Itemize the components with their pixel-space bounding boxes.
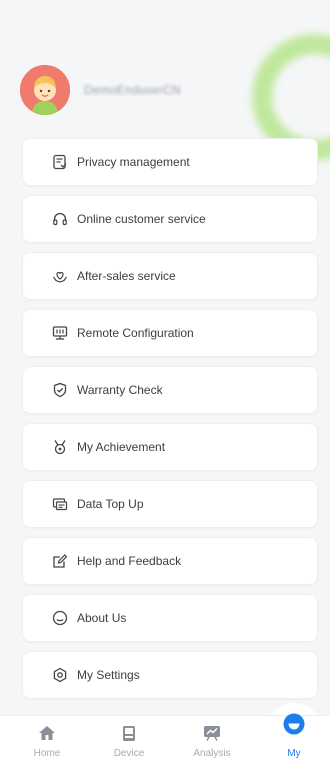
home-icon [38, 725, 56, 746]
data-card-icon [51, 495, 69, 513]
avatar[interactable] [20, 65, 70, 115]
menu-item-label: Warranty Check [77, 383, 163, 397]
menu-item-privacy-management[interactable]: Privacy management [22, 138, 318, 186]
tab-label: My [287, 748, 301, 758]
my-icon [283, 713, 305, 740]
menu-item-data-top-up[interactable]: Data Top Up [22, 480, 318, 528]
tab-label: Analysis [193, 748, 231, 758]
headset-icon [51, 210, 69, 228]
menu-item-label: Remote Configuration [77, 326, 194, 340]
username[interactable]: DemoEnduserCN [84, 83, 181, 97]
tab-device[interactable]: Device [99, 716, 159, 758]
menu-item-help-and-feedback[interactable]: Help and Feedback [22, 537, 318, 585]
edit-feedback-icon [51, 552, 69, 570]
menu-item-after-sales-service[interactable]: After-sales service [22, 252, 318, 300]
tab-analysis[interactable]: Analysis [182, 716, 242, 758]
tab-home[interactable]: Home [17, 716, 77, 758]
menu-item-label: Help and Feedback [77, 554, 182, 568]
menu-item-warranty-check[interactable]: Warranty Check [22, 366, 318, 414]
menu-item-label: Online customer service [77, 212, 206, 226]
tab-label: Home [33, 748, 61, 758]
menu-item-my-settings[interactable]: My Settings [22, 651, 318, 699]
menu-item-online-customer-service[interactable]: Online customer service [22, 195, 318, 243]
device-icon [122, 725, 136, 747]
profile-header[interactable]: DemoEnduserCN [20, 64, 181, 116]
menu-item-about-us[interactable]: About Us [22, 594, 318, 642]
avatar-illustration-icon [20, 65, 70, 115]
my-page: DemoEnduserCN Privacy management Online … [0, 0, 330, 758]
medal-icon [51, 438, 69, 456]
menu-item-label: My Settings [77, 668, 140, 682]
shield-check-icon [51, 381, 69, 399]
remote-config-icon [51, 324, 69, 342]
tab-label: Device [113, 748, 145, 758]
menu-item-label: After-sales service [77, 269, 176, 283]
menu-item-my-achievement[interactable]: My Achievement [22, 423, 318, 471]
analysis-icon [203, 725, 221, 746]
privacy-doc-icon [51, 153, 69, 171]
heart-hand-icon [51, 267, 69, 285]
menu-item-label: My Achievement [77, 440, 166, 454]
menu-item-label: About Us [77, 611, 127, 625]
settings-gear-icon [51, 666, 69, 684]
bottom-tab-bar: Home Device Analysis My [0, 713, 330, 758]
menu-item-label: Data Top Up [77, 497, 144, 511]
info-circle-icon [51, 609, 69, 627]
tab-my[interactable]: My [264, 713, 324, 758]
menu-item-remote-configuration[interactable]: Remote Configuration [22, 309, 318, 357]
menu-list: Privacy management Online customer servi… [22, 138, 318, 708]
menu-item-label: Privacy management [77, 155, 190, 169]
